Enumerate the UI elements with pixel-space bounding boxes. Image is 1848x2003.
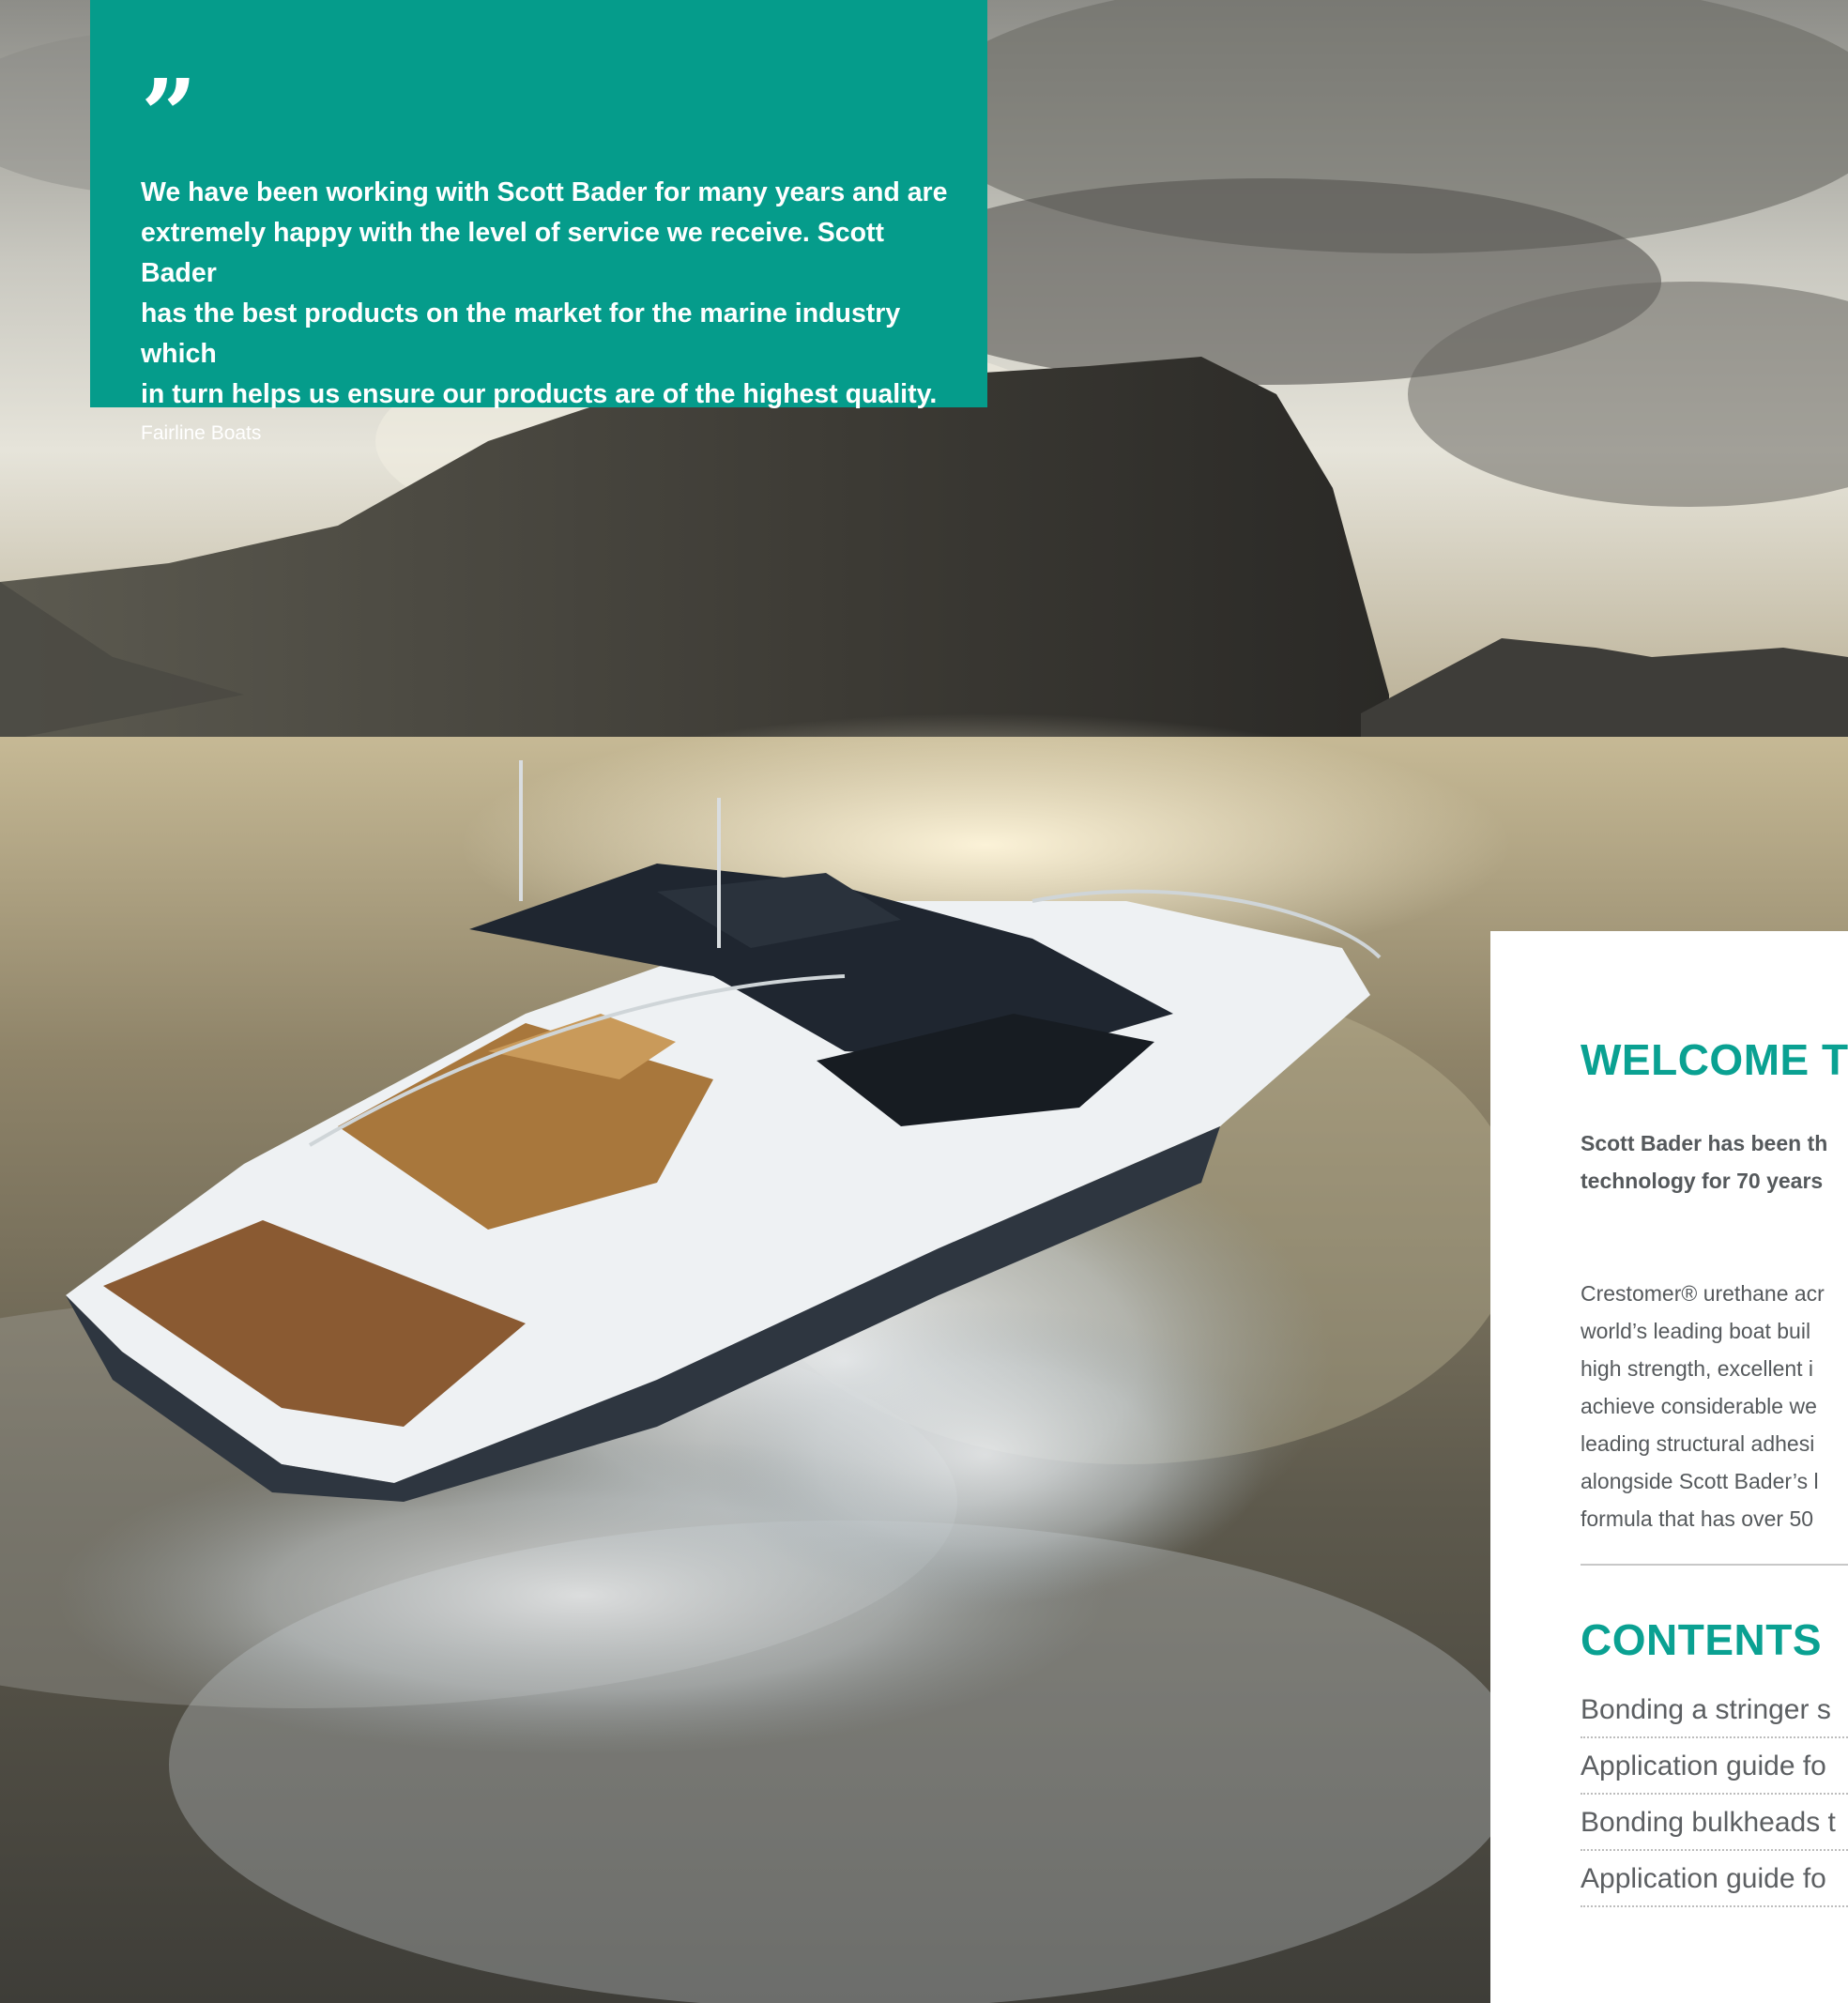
contents-title: CONTENTS	[1581, 1615, 1822, 1664]
welcome-panel: WELCOME TO Scott Bader has been th techn…	[1490, 931, 1848, 2003]
welcome-body-line: achieve considerable we	[1581, 1394, 1817, 1418]
welcome-body-line: alongside Scott Bader’s l	[1581, 1469, 1819, 1493]
welcome-lead-line: Scott Bader has been th	[1581, 1131, 1828, 1155]
section-divider	[1581, 1564, 1848, 1566]
contents-item[interactable]: Bonding bulkheads t	[1581, 1795, 1848, 1851]
testimonial-line: in turn helps us ensure our products are…	[141, 379, 938, 409]
contents-item[interactable]: Application guide fo	[1581, 1851, 1848, 1907]
testimonial-source: Fairline Boats	[141, 422, 262, 444]
welcome-body: Crestomer® urethane acr world’s leading …	[1581, 1275, 1848, 1537]
contents-item[interactable]: Application guide fo	[1581, 1738, 1848, 1795]
welcome-title: WELCOME TO	[1581, 1035, 1848, 1084]
contents-item-label: Application guide fo	[1581, 1751, 1826, 1781]
welcome-body-line: world’s leading boat buil	[1581, 1319, 1811, 1343]
contents-item[interactable]: Bonding a stringer s	[1581, 1682, 1848, 1738]
welcome-lead-line: technology for 70 years	[1581, 1169, 1824, 1193]
testimonial-line: We have been working with Scott Bader fo…	[141, 177, 948, 207]
contents-list: Bonding a stringer s Application guide f…	[1581, 1682, 1848, 1907]
testimonial-line: has the best products on the market for …	[141, 298, 901, 369]
welcome-body-line: high strength, excellent i	[1581, 1356, 1814, 1381]
quote-mark-icon: ”	[141, 73, 197, 145]
contents-item-label: Application guide fo	[1581, 1863, 1826, 1894]
testimonial-text: We have been working with Scott Bader fo…	[141, 173, 948, 415]
welcome-body-line: leading structural adhesi	[1581, 1431, 1815, 1456]
testimonial-box: ” We have been working with Scott Bader …	[90, 0, 987, 444]
welcome-lead: Scott Bader has been th technology for 7…	[1581, 1124, 1848, 1200]
contents-item-label: Bonding bulkheads t	[1581, 1807, 1836, 1838]
testimonial-line: extremely happy with the level of servic…	[141, 218, 885, 288]
welcome-body-line: Crestomer® urethane acr	[1581, 1281, 1825, 1306]
welcome-body-line: formula that has over 50	[1581, 1506, 1814, 1531]
contents-item-label: Bonding a stringer s	[1581, 1694, 1831, 1725]
